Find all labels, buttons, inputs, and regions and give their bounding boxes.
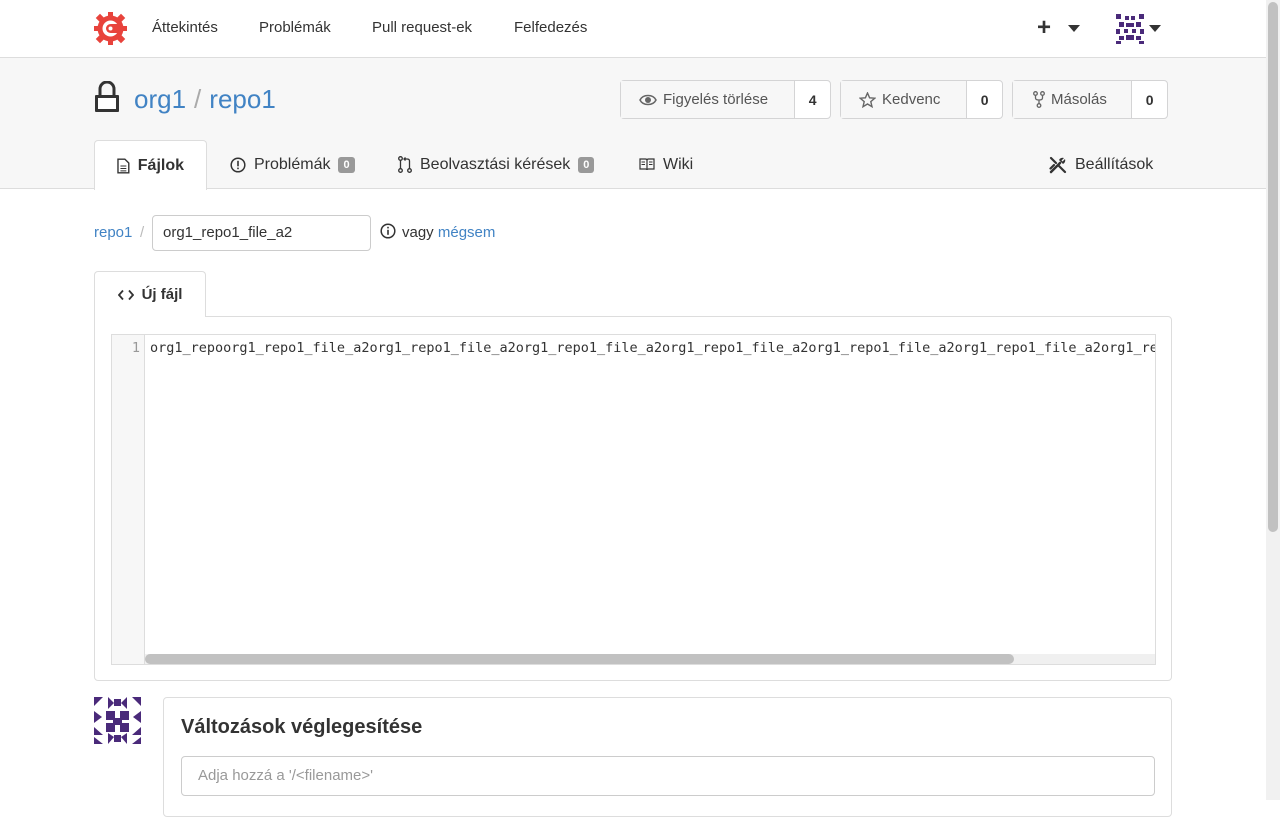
fork-label: Másolás	[1051, 91, 1107, 108]
nav-pull-requests[interactable]: Pull request-ek	[372, 19, 472, 36]
code-line[interactable]: org1_repoorg1_repo1_file_a2org1_repo1_fi…	[150, 340, 1155, 356]
book-icon	[639, 158, 655, 171]
page-scrollbar-thumb[interactable]	[1268, 2, 1278, 532]
cancel-link[interactable]: mégsem	[438, 224, 496, 241]
repo-title: org1 /repo1	[134, 84, 276, 115]
fork-button-group: Másolás 0	[1012, 80, 1168, 119]
breadcrumb-separator: /	[140, 224, 145, 241]
watch-count[interactable]: 4	[795, 81, 830, 118]
repo-owner-link[interactable]: org1	[134, 84, 186, 114]
issues-count-badge: 0	[338, 156, 355, 173]
nav-issues[interactable]: Problémák	[259, 19, 331, 36]
tab-wiki[interactable]: Wiki	[639, 140, 693, 189]
file-icon	[117, 157, 130, 174]
tab-issues[interactable]: Problémák 0	[230, 140, 355, 189]
gitea-logo-icon[interactable]	[94, 12, 127, 45]
fork-count[interactable]: 0	[1132, 81, 1167, 118]
commit-user-avatar	[94, 697, 141, 744]
user-avatar[interactable]	[1116, 14, 1144, 44]
commit-form: Változások véglegesítése Adja hozzá a '/…	[163, 697, 1172, 817]
tab-files-label: Fájlok	[137, 156, 184, 174]
watch-button-group: Figyelés törlése 4	[620, 80, 831, 119]
fork-icon	[1033, 91, 1045, 108]
unwatch-button[interactable]: Figyelés törlése	[621, 81, 796, 118]
user-menu-caret-icon[interactable]	[1149, 25, 1161, 32]
tab-settings-label: Beállítások	[1075, 155, 1154, 173]
repo-title-separator: /	[194, 84, 202, 114]
tab-files[interactable]: Fájlok	[94, 140, 207, 190]
tab-pull-requests[interactable]: Beolvasztási kérések 0	[398, 140, 595, 189]
or-cancel-text: vagy mégsem	[402, 224, 495, 241]
pull-request-icon	[398, 156, 412, 173]
tools-icon	[1049, 156, 1067, 173]
top-navbar: Áttekintés Problémák Pull request-ek Fel…	[0, 0, 1266, 58]
editor-panel: 1 org1_repoorg1_repo1_file_a2org1_repo1_…	[94, 316, 1172, 681]
commit-summary-input[interactable]: Adja hozzá a '/<filename>'	[181, 756, 1155, 796]
fork-button[interactable]: Másolás	[1013, 81, 1133, 118]
repo-header: org1 /repo1 Figyelés törlése 4 Kedvenc 0	[0, 58, 1266, 190]
page-scrollbar[interactable]	[1266, 0, 1280, 800]
filename-input[interactable]: org1_repo1_file_a2	[152, 215, 371, 251]
nav-explore[interactable]: Felfedezés	[514, 19, 587, 36]
nav-overview[interactable]: Áttekintés	[152, 19, 218, 36]
commit-title: Változások véglegesítése	[181, 716, 423, 738]
pulls-count-badge: 0	[578, 156, 595, 173]
tab-pull-requests-label: Beolvasztási kérések	[420, 155, 571, 173]
star-count[interactable]: 0	[967, 81, 1002, 118]
private-lock-icon	[95, 81, 119, 112]
tab-new-file[interactable]: Új fájl	[94, 271, 206, 317]
star-icon	[859, 91, 876, 108]
horizontal-scrollbar[interactable]	[145, 654, 1155, 664]
star-button[interactable]: Kedvenc	[841, 81, 968, 118]
star-label: Kedvenc	[882, 91, 941, 108]
horizontal-scrollbar-thumb[interactable]	[145, 654, 1015, 664]
or-label: vagy	[402, 224, 434, 241]
create-dropdown-caret-icon[interactable]	[1068, 25, 1080, 32]
line-number: 1	[131, 340, 140, 356]
breadcrumb-repo-link[interactable]: repo1	[94, 224, 132, 241]
star-button-group: Kedvenc 0	[840, 80, 1003, 119]
tab-new-file-label: Új fájl	[141, 286, 183, 303]
unwatch-label: Figyelés törlése	[663, 91, 769, 108]
code-editor[interactable]: 1 org1_repoorg1_repo1_file_a2org1_repo1_…	[111, 334, 1156, 665]
line-gutter: 1	[112, 335, 145, 664]
issue-icon	[230, 156, 246, 173]
info-icon[interactable]	[380, 223, 396, 239]
repo-name-link[interactable]: repo1	[209, 84, 276, 114]
tab-settings[interactable]: Beállítások	[1049, 140, 1153, 189]
tab-wiki-label: Wiki	[663, 155, 694, 173]
eye-icon	[639, 94, 657, 105]
create-new-plus-icon[interactable]: +	[1037, 14, 1051, 42]
tab-issues-label: Problémák	[254, 155, 331, 173]
code-icon	[117, 289, 134, 300]
